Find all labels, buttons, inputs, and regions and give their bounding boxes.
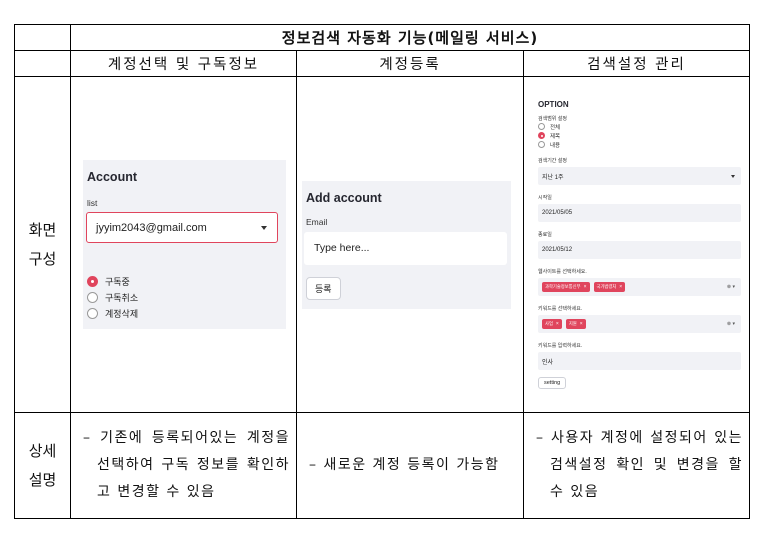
row-label-screen-line1: 화면	[28, 220, 57, 239]
close-icon[interactable]: ×	[580, 321, 583, 327]
register-button[interactable]: 등록	[306, 276, 341, 300]
description-search-settings: – 사용자 계정에 설정되어 있는 검색설정 확인 및 변경을 할 수 있음	[523, 412, 750, 519]
radio-label: 계정삭제	[105, 308, 139, 319]
search-settings-screenshot-cell: OPTION 검색범위 설정 전체 제목 내용 검색기간 설정 지난 1주 시작…	[523, 76, 750, 413]
email-placeholder: Type here...	[314, 242, 370, 254]
keyword-tag[interactable]: 지원 ×	[565, 319, 586, 329]
email-label: Email	[306, 216, 328, 227]
row-label-detail: 상세 설명	[14, 412, 71, 519]
radio-label: 전체	[550, 124, 561, 131]
close-icon[interactable]: ×	[584, 284, 587, 290]
period-select[interactable]: 지난 1주	[538, 167, 741, 185]
keyword-input-value: 인사	[542, 359, 554, 366]
tag-label: 과학기술정보통신부	[545, 284, 581, 289]
chevron-down-icon	[261, 225, 267, 230]
row-label-screen: 화면 구성	[14, 76, 71, 413]
account-panel: Account list jyyim2043@gmail.com 구독중 구독취…	[83, 160, 286, 329]
start-date-label: 시작일	[538, 195, 552, 201]
radio-selected-icon	[538, 132, 545, 139]
close-icon[interactable]: ×	[619, 284, 622, 290]
start-date-value: 2021/05/05	[542, 210, 573, 216]
clear-dropdown-icon[interactable]: ⊗ ▾	[727, 321, 735, 327]
end-date-input[interactable]: 2021/05/12	[538, 241, 741, 259]
radio-empty-icon	[538, 123, 545, 130]
radio-label: 제목	[550, 133, 561, 140]
end-date-value: 2021/05/12	[542, 247, 573, 253]
keyword-multiselect[interactable]: 사업 × 지원 × ⊗ ▾	[538, 315, 741, 333]
radio-label: 내용	[550, 142, 561, 149]
spec-table: 정보검색 자동화 기능(메일링 서비스) 계정선택 및 구독정보 계정등록 검색…	[14, 24, 750, 519]
row-label-screen-line2: 구성	[28, 249, 57, 268]
radio-unsubscribe[interactable]: 구독취소	[87, 289, 278, 305]
register-screenshot-cell: Add account Email Type here... 등록	[296, 76, 524, 413]
description-text: – 사용자 계정에 설정되어 있는 검색설정 확인 및 변경을 할 수 있음	[536, 430, 743, 500]
scope-radio-all[interactable]: 전체	[538, 122, 741, 131]
radio-selected-icon	[87, 275, 98, 287]
scope-label: 검색범위 설정	[538, 116, 567, 122]
account-list-label: list	[87, 198, 98, 208]
setting-button[interactable]: setting	[538, 377, 567, 389]
description-text: – 기존에 등록되어있는 계정을 선택하여 구독 정보를 확인하고 변경할 수 …	[83, 430, 290, 500]
account-title: Account	[87, 170, 137, 184]
table-title: 정보검색 자동화 기능(메일링 서비스)	[70, 24, 750, 51]
column-header-account: 계정선택 및 구독정보	[70, 50, 297, 77]
site-tag[interactable]: 국가법령처 ×	[593, 282, 626, 292]
option-title: OPTION	[538, 100, 569, 109]
period-value: 지난 1주	[542, 174, 564, 181]
radio-empty-icon	[538, 141, 545, 148]
radio-delete-account[interactable]: 계정삭제	[87, 305, 278, 321]
subscription-radio-group: 구독중 구독취소 계정삭제	[87, 273, 278, 321]
scope-radio-content[interactable]: 내용	[538, 140, 741, 149]
tag-label: 지원	[568, 321, 577, 326]
chevron-down-icon	[731, 174, 735, 178]
tag-label: 사업	[545, 321, 553, 326]
description-text: – 새로운 계정 등록이 가능함	[309, 457, 500, 473]
radio-empty-icon	[87, 307, 98, 319]
end-date-label: 종료일	[538, 232, 552, 238]
row-label-detail-line1: 상세	[28, 441, 57, 460]
add-account-panel: Add account Email Type here... 등록	[302, 180, 511, 309]
site-select-label: 웹사이트를 선택하세요.	[538, 269, 587, 275]
column-header-register: 계정등록	[296, 50, 524, 77]
period-label: 검색기간 설정	[538, 158, 567, 164]
start-date-input[interactable]: 2021/05/05	[538, 204, 741, 222]
corner-cell	[14, 24, 71, 51]
keyword-select-label: 키워드를 선택하세요.	[538, 306, 583, 312]
account-select-value: jyyim2043@gmail.com	[96, 221, 207, 234]
keyword-input-label: 키워드를 입력하세요.	[538, 343, 583, 349]
keyword-tag[interactable]: 사업 ×	[542, 319, 562, 329]
close-icon[interactable]: ×	[556, 321, 559, 327]
option-panel: OPTION 검색범위 설정 전체 제목 내용 검색기간 설정 지난 1주 시작…	[538, 100, 741, 389]
scope-radio-title[interactable]: 제목	[538, 131, 741, 140]
column-header-search-settings: 검색설정 관리	[523, 50, 750, 77]
account-select[interactable]: jyyim2043@gmail.com	[86, 212, 278, 243]
keyword-input[interactable]: 인사	[538, 352, 741, 370]
radio-empty-icon	[87, 291, 98, 303]
description-account: – 기존에 등록되어있는 계정을 선택하여 구독 정보를 확인하고 변경할 수 …	[70, 412, 297, 519]
tag-label: 국가법령처	[596, 284, 617, 289]
site-tag[interactable]: 과학기술정보통신부 ×	[542, 282, 590, 292]
radio-subscribed[interactable]: 구독중	[87, 273, 278, 289]
corner-cell-2	[14, 50, 71, 77]
account-screenshot-cell: Account list jyyim2043@gmail.com 구독중 구독취…	[70, 76, 297, 413]
add-account-title: Add account	[306, 190, 382, 205]
radio-label: 구독중	[105, 276, 130, 287]
clear-dropdown-icon[interactable]: ⊗ ▾	[727, 284, 735, 290]
email-field[interactable]: Type here...	[304, 231, 507, 265]
radio-label: 구독취소	[105, 292, 139, 303]
row-label-detail-line2: 설명	[28, 470, 57, 489]
description-register: – 새로운 계정 등록이 가능함	[296, 412, 524, 519]
site-multiselect[interactable]: 과학기술정보통신부 × 국가법령처 × ⊗ ▾	[538, 278, 741, 296]
